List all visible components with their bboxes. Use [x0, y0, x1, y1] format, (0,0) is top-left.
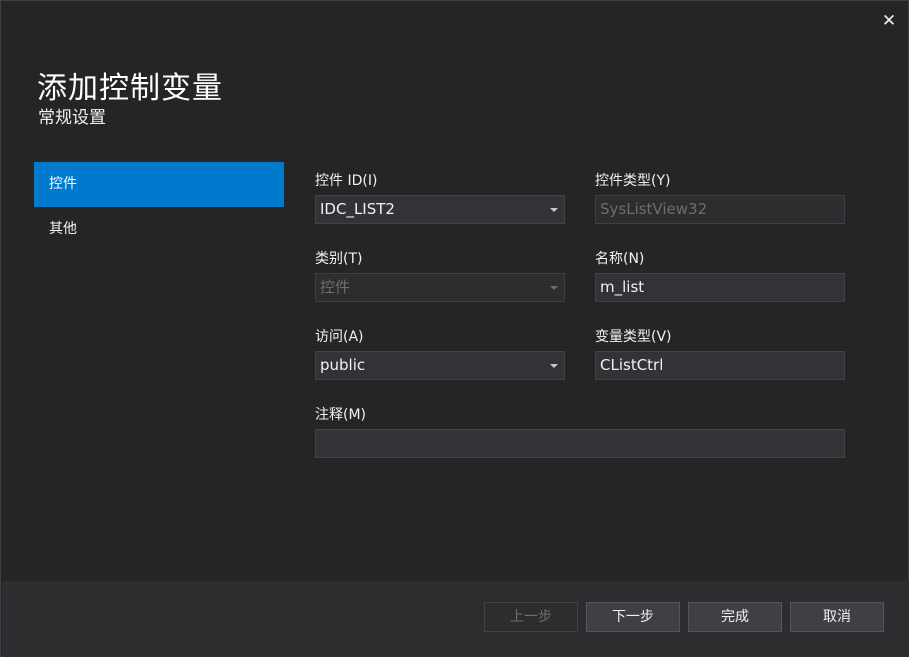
name-input[interactable]: m_list [595, 273, 845, 302]
comment-label: 注释(M) [315, 407, 367, 423]
category-dropdown: 控件 [315, 273, 565, 302]
variable-type-input[interactable]: CListCtrl [595, 351, 845, 380]
previous-button: 上一步 [484, 602, 578, 632]
close-icon[interactable]: ✕ [880, 11, 898, 31]
category-value: 控件 [320, 278, 351, 296]
add-control-variable-dialog: ✕ 添加控制变量 常规设置 控件 其他 控件 ID(I) IDC_LIST2 控… [0, 0, 909, 657]
control-type-label: 控件类型(Y) [595, 173, 671, 189]
access-dropdown[interactable]: public [315, 351, 565, 380]
cancel-button[interactable]: 取消 [790, 602, 884, 632]
control-id-dropdown[interactable]: IDC_LIST2 [315, 195, 565, 224]
access-value: public [320, 356, 366, 374]
control-type-value: SysListView32 [600, 200, 708, 218]
chevron-down-icon [550, 286, 558, 290]
chevron-down-icon [550, 364, 558, 368]
dialog-footer: 上一步 下一步 完成 取消 [2, 581, 909, 657]
name-label: 名称(N) [595, 251, 645, 267]
name-value: m_list [600, 278, 645, 296]
finish-button[interactable]: 完成 [688, 602, 782, 632]
access-label: 访问(A) [315, 329, 364, 345]
next-button[interactable]: 下一步 [586, 602, 680, 632]
chevron-down-icon [550, 208, 558, 212]
control-id-label: 控件 ID(I) [315, 173, 378, 189]
category-label: 类别(T) [315, 251, 363, 267]
comment-input[interactable] [315, 429, 845, 458]
dialog-subtitle: 常规设置 [38, 108, 106, 128]
control-type-field: SysListView32 [595, 195, 845, 224]
sidebar-item-control[interactable]: 控件 [34, 162, 284, 207]
sidebar-nav: 控件 其他 [34, 162, 284, 252]
control-id-value: IDC_LIST2 [320, 200, 395, 218]
variable-type-value: CListCtrl [600, 356, 664, 374]
dialog-title: 添加控制变量 [37, 71, 223, 106]
variable-type-label: 变量类型(V) [595, 329, 672, 345]
sidebar-item-other[interactable]: 其他 [34, 207, 284, 252]
